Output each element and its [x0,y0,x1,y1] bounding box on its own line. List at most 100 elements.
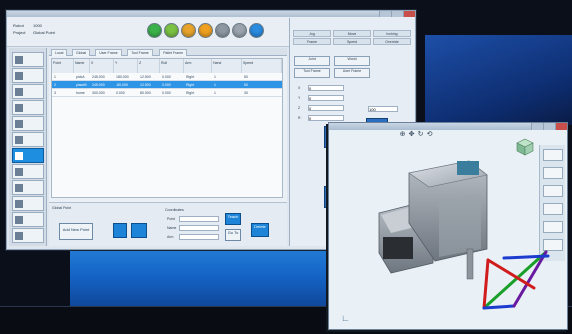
simulation-3d-window[interactable]: ⊕ ✥ ↻ ⟲ ∟ [328,122,568,330]
column-header[interactable]: Hand [212,59,242,73]
table-row[interactable]: 3 home 300.000 0.000 80.000 0.000 Right 1 30 [52,89,282,97]
sim-close-button[interactable] [555,123,567,130]
tab-pallet-frame[interactable]: Pallet Frame [159,49,188,56]
tab-global[interactable]: Global [72,49,91,56]
tool-icon [15,72,23,80]
left-tool-column [9,48,47,246]
table-cell: 0.000 [162,75,171,79]
column-header[interactable]: Speed [242,59,282,73]
table-row[interactable]: 2 placeB 245.000 -80.000 12.500 0.000 Right 1 50 [52,81,282,89]
servo-icon[interactable] [215,23,230,38]
stop-icon[interactable] [232,23,247,38]
mode-world-button[interactable]: World [334,56,370,66]
teach-button[interactable]: Teach [225,213,241,225]
sim-maximize-button[interactable] [543,123,555,130]
apply-button[interactable] [131,223,147,238]
table-cell: 2 [54,83,56,87]
right-tab-speed[interactable]: Speed [333,38,371,45]
sim-side-button[interactable] [543,221,563,233]
sidebar-item-teach[interactable] [12,68,44,83]
table-cell: 12.500 [140,83,151,87]
power-icon[interactable] [198,23,213,38]
table-cell: Right [186,83,195,87]
table-cell: 0.000 [162,83,171,87]
right-tab-inching[interactable]: Inching [373,30,411,37]
axis-value-field[interactable]: 0 [308,95,344,101]
tool-icon [15,120,23,128]
axis-value-field[interactable]: 0 [308,105,344,111]
table-cell: Right [186,91,195,95]
table-cell: 3 [54,91,56,95]
wallpaper-band [425,35,572,125]
axis-label: Y [298,96,301,100]
point-field[interactable] [179,216,219,222]
project-value: Global Point [33,30,55,35]
column-header[interactable]: Y [114,59,138,73]
table-cell: 12.500 [140,75,151,79]
sim-side-button[interactable] [543,167,563,179]
point-field-label: Point [167,217,175,221]
sim-side-button[interactable] [543,149,563,161]
sidebar-item-setup[interactable] [12,132,44,147]
tab-tool-frame[interactable]: Tool Frame [127,49,153,56]
sidebar-item-tool[interactable] [12,196,44,211]
goto-button[interactable]: Go To [225,229,241,241]
table-cell: Right [186,75,195,79]
column-header[interactable]: Name [74,59,90,73]
home-icon[interactable] [181,23,196,38]
column-header[interactable]: Arm [184,59,212,73]
axis-value-field[interactable]: 0 [308,85,344,91]
table-cell: 245.000 [92,83,105,87]
tool-icon [15,104,23,112]
table-row[interactable]: 1 pickA 245.000 180.000 12.500 0.000 Right 1 50 [52,73,282,81]
tool-icon [15,152,23,160]
rotate-icon[interactable]: ↻ [417,131,424,139]
points-table[interactable]: Point Name X Y Z Roll Arm Hand Speed 1 pickA 245.00… [51,58,283,198]
mode-joint-button[interactable]: Joint [294,56,330,66]
delete-button[interactable]: Delete [251,223,269,237]
sim-side-button[interactable] [543,185,563,197]
help-icon[interactable] [249,23,264,38]
column-header[interactable]: Roll [160,59,184,73]
sidebar-item-jog[interactable] [12,148,44,163]
sim-side-button[interactable] [543,203,563,215]
axis-label: R [298,116,301,120]
sidebar-item-i-o[interactable] [12,100,44,115]
pan-icon[interactable]: ✥ [408,131,415,139]
column-header[interactable]: Z [138,59,160,73]
step-icon[interactable] [164,23,179,38]
axis-label: Z [298,106,301,110]
zoom-icon[interactable]: ⊕ [399,131,406,139]
table-cell: home [76,91,85,95]
add-point-button[interactable]: Add New Point [59,223,93,240]
view-cube-icon[interactable] [515,137,535,157]
step-field[interactable]: 100 [368,106,398,112]
mode-tool-frame-button[interactable]: Tool Frame [294,68,330,78]
column-header[interactable]: Point [52,59,74,73]
play-icon[interactable] [147,23,162,38]
table-cell: 50 [244,75,248,79]
column-header[interactable]: X [90,59,114,73]
sidebar-item-home[interactable] [12,52,44,67]
right-tab-frame[interactable]: Frame [293,38,331,45]
reset-view-icon[interactable]: ⟲ [426,131,433,139]
tab-user-frame[interactable]: User Frame [95,49,122,56]
sidebar-item-frame[interactable] [12,212,44,227]
sidebar-item-run[interactable] [12,116,44,131]
tab-local[interactable]: Local [51,49,68,56]
arm-field[interactable] [179,234,219,240]
sim-minimize-button[interactable] [531,123,543,130]
right-tab-move[interactable]: Move [333,30,371,37]
sidebar-item-info[interactable] [12,228,44,243]
right-tab-override[interactable]: Override [373,38,411,45]
sidebar-item-log[interactable] [12,164,44,179]
name-field[interactable] [179,225,219,231]
sidebar-item-point[interactable] [12,84,44,99]
sim-title-bar[interactable] [329,123,567,130]
sidebar-item-alarm[interactable] [12,180,44,195]
save-icon[interactable] [113,223,127,238]
mode-user-frame-button[interactable]: User Frame [334,68,370,78]
right-tab-jog[interactable]: Jog [293,30,331,37]
axis-value-field[interactable]: 0 [308,115,344,121]
project-label: Project [13,30,26,35]
